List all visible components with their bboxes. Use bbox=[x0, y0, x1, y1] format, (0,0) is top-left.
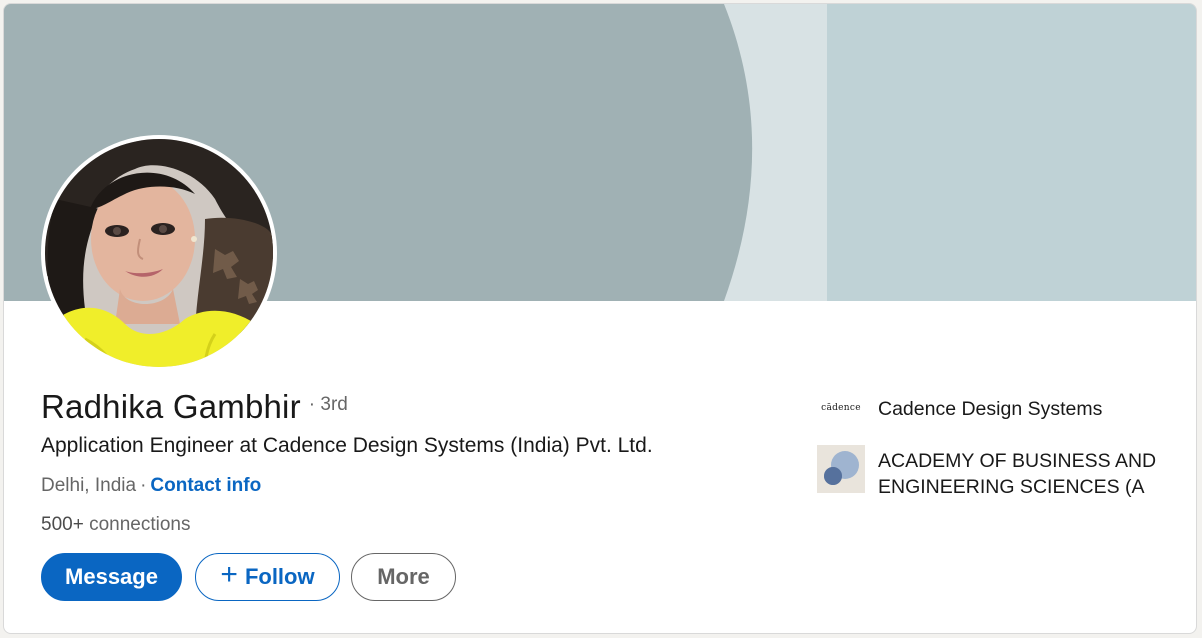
connections-label: connections bbox=[89, 514, 191, 535]
profile-name-row: Radhika Gambhir · 3rd bbox=[41, 388, 348, 426]
profile-avatar[interactable] bbox=[41, 135, 277, 371]
connection-degree: · 3rd bbox=[308, 394, 348, 415]
org-name: Cadence Design Systems bbox=[878, 398, 1103, 420]
message-button[interactable]: Message bbox=[41, 553, 182, 601]
more-button-label: More bbox=[377, 564, 430, 589]
org-cadence[interactable]: cādence Cadence Design Systems bbox=[817, 396, 1168, 422]
connections-count[interactable]: 500+ connections bbox=[41, 514, 190, 536]
follow-button-label: Follow bbox=[244, 564, 315, 589]
more-button[interactable]: More bbox=[351, 553, 456, 601]
follow-button[interactable]: + Follow bbox=[195, 553, 340, 601]
location-row: Delhi, India · Contact info bbox=[41, 475, 261, 497]
org-academy[interactable]: ACADEMY OF BUSINESS AND ENGINEERING SCIE… bbox=[817, 445, 1168, 500]
profile-card: Radhika Gambhir · 3rd Application Engine… bbox=[3, 3, 1197, 634]
profile-headline: Application Engineer at Cadence Design S… bbox=[41, 434, 653, 457]
plus-icon: + bbox=[220, 558, 238, 591]
profile-location: Delhi, India bbox=[41, 475, 137, 496]
profile-name: Radhika Gambhir bbox=[41, 388, 301, 425]
cadence-logo: cādence bbox=[821, 403, 861, 413]
location-separator: · bbox=[140, 475, 147, 496]
academy-logo-icon bbox=[817, 445, 865, 493]
org-name: ACADEMY OF BUSINESS AND ENGINEERING SCIE… bbox=[878, 450, 1157, 498]
connections-number: 500+ bbox=[41, 514, 84, 535]
message-button-label: Message bbox=[65, 564, 158, 589]
contact-info-link[interactable]: Contact info bbox=[150, 475, 261, 496]
